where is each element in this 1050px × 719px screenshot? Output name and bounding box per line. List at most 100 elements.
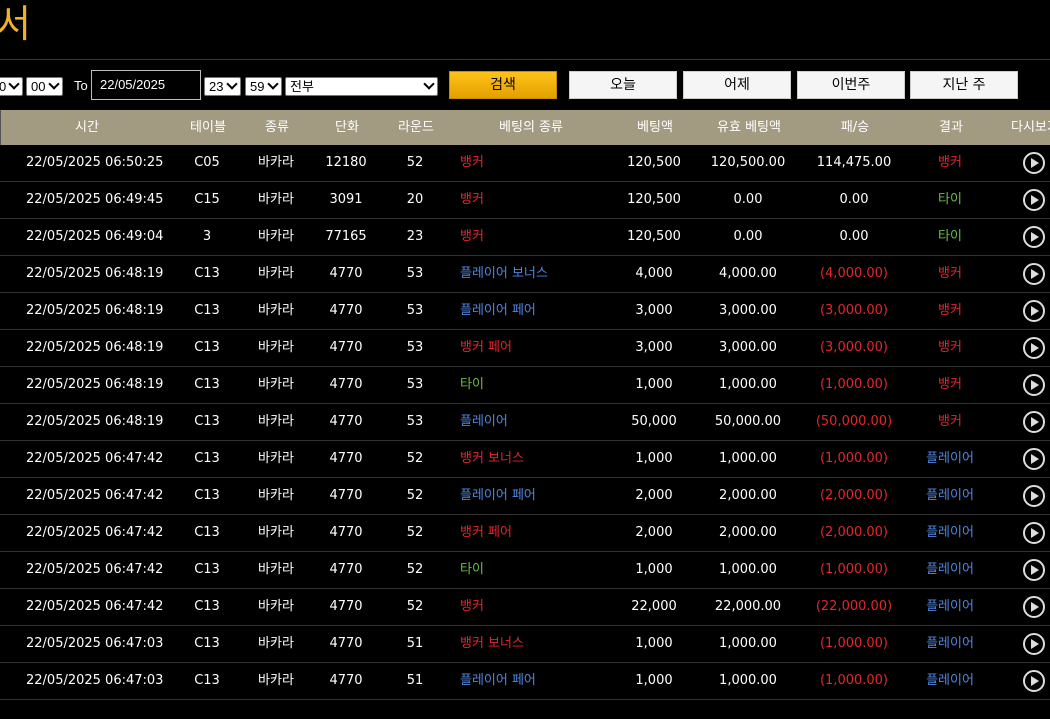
yesterday-button[interactable]: 어제 <box>683 71 791 99</box>
cell-round: 52 <box>406 451 424 466</box>
table-row: 22/05/2025 06:48:19 C13 바카라 4770 53 뱅커 페어 3,00… <box>0 330 1050 367</box>
cell-table: C13 <box>194 377 220 392</box>
cell-time: 22/05/2025 06:48:19 <box>26 303 164 318</box>
play-circle-icon[interactable] <box>1023 596 1045 618</box>
from-minute-value: 00 <box>31 79 46 94</box>
play-circle-icon[interactable] <box>1023 152 1045 174</box>
cell-bet-type: 뱅커 보너스 <box>460 636 524 651</box>
cell-result: 뱅커 <box>938 377 962 392</box>
cell-kind: 바카라 <box>258 155 294 170</box>
cell-amount: 50,000 <box>631 414 677 429</box>
table-row: 22/05/2025 06:48:19 C13 바카라 4770 53 플레이어 보너스 4… <box>0 256 1050 293</box>
cell-table: C13 <box>194 451 220 466</box>
chevron-down-icon <box>423 78 435 90</box>
play-circle-icon[interactable] <box>1023 559 1045 581</box>
play-circle-icon[interactable] <box>1023 300 1045 322</box>
cell-win-loss: (1,000.00) <box>819 451 889 466</box>
cell-bet-type: 뱅커 <box>460 155 484 170</box>
game-type-select[interactable]: 전부 <box>285 77 438 96</box>
this-week-button[interactable]: 이번주 <box>797 71 905 99</box>
cell-result: 뱅커 <box>938 340 962 355</box>
cell-result: 플레이어 <box>926 599 974 614</box>
table-row: 22/05/2025 06:49:45 C15 바카라 3091 20 뱅커 120,500… <box>0 182 1050 219</box>
cell-kind: 바카라 <box>258 340 294 355</box>
table-row: 22/05/2025 06:48:19 C13 바카라 4770 53 플레이어 페어 3,… <box>0 293 1050 330</box>
cell-bet-type: 플레이어 보너스 <box>460 266 548 281</box>
from-minute-select[interactable]: 00 <box>26 77 63 96</box>
header-amount: 베팅액 <box>637 120 673 135</box>
cell-win-loss: (1,000.00) <box>819 636 889 651</box>
play-circle-icon[interactable] <box>1023 189 1045 211</box>
cell-table: C13 <box>194 340 220 355</box>
cell-amount: 1,000 <box>635 377 673 392</box>
to-minute-value: 59 <box>250 79 265 94</box>
to-hour-select[interactable]: 23 <box>204 77 241 96</box>
cell-table: C13 <box>194 599 220 614</box>
cell-shoe: 4770 <box>329 414 363 429</box>
play-circle-icon[interactable] <box>1023 633 1045 655</box>
table-row: 22/05/2025 06:47:42 C13 바카라 4770 52 타이 1,000 1,… <box>0 552 1050 589</box>
cell-valid-amount: 2,000.00 <box>719 525 777 540</box>
play-circle-icon[interactable] <box>1023 337 1045 359</box>
play-circle-icon[interactable] <box>1023 374 1045 396</box>
to-label: To <box>74 78 88 93</box>
cell-round: 52 <box>406 155 424 170</box>
cell-time: 22/05/2025 06:48:19 <box>26 377 164 392</box>
cell-amount: 120,500 <box>627 229 681 244</box>
play-circle-icon[interactable] <box>1023 448 1045 470</box>
cell-table: C13 <box>194 525 220 540</box>
cell-round: 53 <box>406 266 424 281</box>
from-hour-select[interactable]: 0 <box>0 77 23 96</box>
table-row: 22/05/2025 06:47:42 C13 바카라 4770 52 뱅커 보너스 1,0… <box>0 441 1050 478</box>
play-circle-icon[interactable] <box>1023 522 1045 544</box>
cell-table: C13 <box>194 636 220 651</box>
cell-kind: 바카라 <box>258 451 294 466</box>
cell-kind: 바카라 <box>258 192 294 207</box>
cell-result: 플레이어 <box>926 488 974 503</box>
cell-kind: 바카라 <box>258 229 294 244</box>
cell-result: 타이 <box>938 192 962 207</box>
cell-shoe: 12180 <box>325 155 367 170</box>
table-row: 22/05/2025 06:49:04 3 바카라 77165 23 뱅커 120,500 0… <box>0 219 1050 256</box>
play-circle-icon[interactable] <box>1023 263 1045 285</box>
cell-result: 뱅커 <box>938 303 962 318</box>
cell-shoe: 4770 <box>329 303 363 318</box>
play-circle-icon[interactable] <box>1023 485 1045 507</box>
cell-round: 53 <box>406 340 424 355</box>
cell-time: 22/05/2025 06:47:42 <box>26 525 164 540</box>
cell-time: 22/05/2025 06:47:42 <box>26 451 164 466</box>
cell-bet-type: 뱅커 <box>460 229 484 244</box>
cell-valid-amount: 4,000.00 <box>719 266 777 281</box>
cell-valid-amount: 3,000.00 <box>719 340 777 355</box>
cell-kind: 바카라 <box>258 377 294 392</box>
cell-bet-type: 플레이어 페어 <box>460 303 536 318</box>
last-week-button[interactable]: 지난 주 <box>910 71 1018 99</box>
to-minute-select[interactable]: 59 <box>245 77 282 96</box>
cell-valid-amount: 0.00 <box>733 229 763 244</box>
cell-bet-type: 뱅커 보너스 <box>460 451 524 466</box>
play-circle-icon[interactable] <box>1023 411 1045 433</box>
cell-shoe: 4770 <box>329 599 363 614</box>
play-circle-icon[interactable] <box>1023 670 1045 692</box>
search-button[interactable]: 검색 <box>449 71 557 99</box>
today-button[interactable]: 오늘 <box>569 71 677 99</box>
header-result: 결과 <box>939 120 963 135</box>
cell-win-loss: (4,000.00) <box>819 266 889 281</box>
table-row: 22/05/2025 06:47:42 C13 바카라 4770 52 뱅커 페어 2,00… <box>0 515 1050 552</box>
cell-kind: 바카라 <box>258 488 294 503</box>
chevron-down-icon <box>48 78 60 90</box>
title-divider <box>0 59 1050 60</box>
table-row: 22/05/2025 06:48:19 C13 바카라 4770 53 타이 1,000 1,… <box>0 367 1050 404</box>
cell-valid-amount: 22,000.00 <box>714 599 782 614</box>
cell-valid-amount: 1,000.00 <box>719 562 777 577</box>
cell-amount: 1,000 <box>635 673 673 688</box>
play-circle-icon[interactable] <box>1023 226 1045 248</box>
cell-result: 뱅커 <box>938 414 962 429</box>
cell-time: 22/05/2025 06:48:19 <box>26 414 164 429</box>
cell-result: 플레이어 <box>926 636 974 651</box>
cell-bet-type: 뱅커 페어 <box>460 525 512 540</box>
cell-amount: 1,000 <box>635 562 673 577</box>
cell-table: C13 <box>194 303 220 318</box>
cell-shoe: 77165 <box>325 229 367 244</box>
to-date-input[interactable]: 22/05/2025 <box>91 70 201 100</box>
